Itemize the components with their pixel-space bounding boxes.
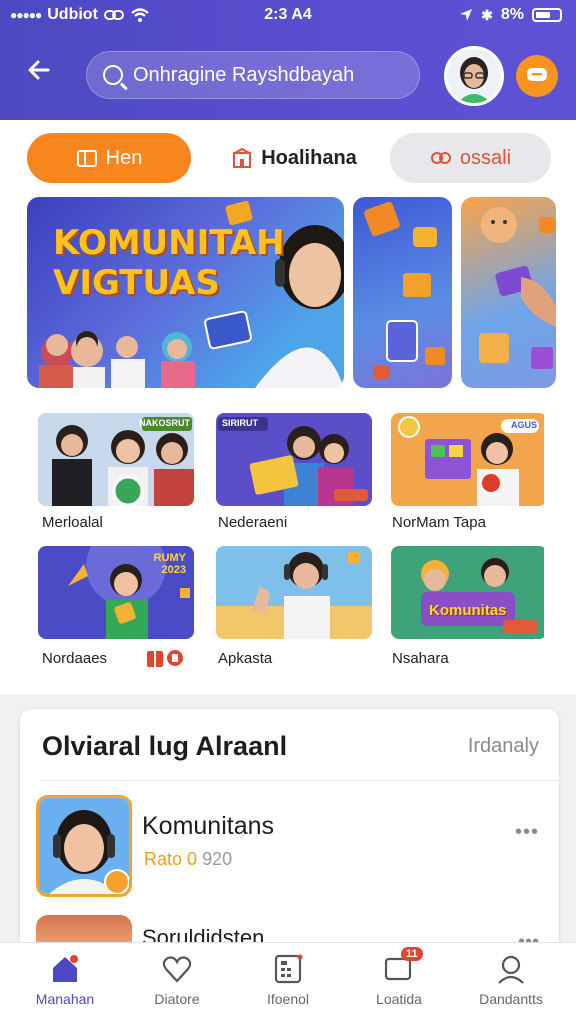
tab-favorites[interactable]: Diatore xyxy=(129,953,225,1007)
thumb-label: NorMam Tapa xyxy=(392,514,486,531)
arrow-left-icon xyxy=(28,60,50,80)
community-avatar[interactable] xyxy=(36,795,132,897)
see-all-link[interactable]: Irdanaly xyxy=(468,735,539,758)
chip-label: Hen xyxy=(105,146,143,169)
tab-messages[interactable]: 11 Loatida xyxy=(351,947,447,1007)
community-photo xyxy=(39,798,129,894)
community-thumb[interactable]: NAKOSRUT xyxy=(38,413,194,506)
thumb-badge: Komunitas xyxy=(429,602,507,619)
location-icon xyxy=(460,9,473,21)
thumb-label: Nordaaes xyxy=(42,650,108,667)
banner-title: KOMUNITAH VIGTUAS xyxy=(53,223,285,303)
section-title: Olviaral lug Alraanl xyxy=(42,731,288,761)
community-thumb[interactable]: SIRIRUT xyxy=(216,413,372,506)
home-icon xyxy=(53,955,78,982)
building-icon xyxy=(232,147,252,168)
thumb-label: Apkasta xyxy=(218,650,273,667)
thumb-illustration xyxy=(391,546,544,639)
chat-button[interactable] xyxy=(516,55,558,97)
more-options-icon[interactable]: ••• xyxy=(515,821,539,844)
search-placeholder: Onhragine Rayshdbayah xyxy=(133,63,355,86)
thumb-label: Nsahara xyxy=(392,650,449,667)
chat-bubble-icon xyxy=(527,68,547,81)
community-meta: Rato 0 920 xyxy=(144,849,232,870)
community-rating: Rato 0 xyxy=(144,849,198,869)
back-button[interactable] xyxy=(26,56,58,92)
status-bar: ●●●●● Udbiot 2:3 A4 ✱ 8% xyxy=(0,0,576,34)
chip-label: Hoalihana xyxy=(261,146,357,169)
chip-ossali[interactable]: ossali xyxy=(390,133,551,183)
thumb-label: Merloalal xyxy=(42,514,103,531)
banner-illustration xyxy=(364,201,445,379)
calendar-icon xyxy=(76,150,97,167)
banner-illustration xyxy=(479,207,556,369)
thumb-badge: RUMY 2023 xyxy=(153,552,186,576)
tab-profile[interactable]: Dandantts xyxy=(463,953,559,1007)
heart-icon xyxy=(162,956,192,983)
featured-banner[interactable]: KOMUNITAH VIGTUAS xyxy=(27,197,344,388)
app-header: ●●●●● Udbiot 2:3 A4 ✱ 8% Onhragine Raysh… xyxy=(0,0,576,120)
chip-hoalihana[interactable]: Hoalihana xyxy=(229,133,359,183)
avatar[interactable] xyxy=(444,46,504,106)
search-icon xyxy=(103,65,123,85)
tab-label: Dandantts xyxy=(479,991,543,1007)
tab-label: Manahan xyxy=(35,991,95,1007)
community-thumb[interactable] xyxy=(216,546,372,639)
bluetooth-icon: ✱ xyxy=(481,6,493,23)
thumb-badge: AGUS xyxy=(510,420,537,430)
search-input[interactable]: Onhragine Rayshdbayah xyxy=(86,51,420,99)
thumb-badge: SIRIRUT xyxy=(222,418,258,428)
chip-label: ossali xyxy=(459,146,512,169)
thumb-illustration xyxy=(216,546,372,639)
battery-percent: 8% xyxy=(500,6,524,23)
community-thumb[interactable]: Komunitas xyxy=(391,546,547,639)
link-icon xyxy=(430,152,451,164)
tab-label: Ifoenol xyxy=(266,991,310,1007)
gift-icon xyxy=(147,650,183,667)
banner-card-2[interactable] xyxy=(353,197,452,388)
user-photo xyxy=(447,49,501,103)
bottom-tab-bar: Manahan Diatore Ifoenol 11 Loatida Danda… xyxy=(0,942,576,1024)
tab-label: Loatida xyxy=(376,991,422,1007)
tab-finance[interactable]: Ifoenol xyxy=(240,953,336,1007)
tab-label: Diatore xyxy=(154,991,200,1007)
community-name[interactable]: Komunitans xyxy=(142,812,274,841)
chip-hen[interactable]: Hen xyxy=(27,133,191,183)
calculator-icon xyxy=(274,954,303,984)
notification-badge: 11 xyxy=(401,947,423,961)
thumb-label: Nederaeni xyxy=(218,514,288,531)
banner-card-3[interactable] xyxy=(461,197,556,388)
profile-icon xyxy=(498,955,524,984)
community-thumb[interactable]: AGUS xyxy=(391,413,547,506)
tab-home[interactable]: Manahan xyxy=(17,953,113,1007)
community-thumb[interactable]: RUMY 2023 xyxy=(38,546,194,639)
battery-icon xyxy=(532,8,562,22)
divider xyxy=(40,780,559,781)
thumb-badge: NAKOSRUT xyxy=(139,418,190,428)
community-count: 920 xyxy=(202,849,233,869)
